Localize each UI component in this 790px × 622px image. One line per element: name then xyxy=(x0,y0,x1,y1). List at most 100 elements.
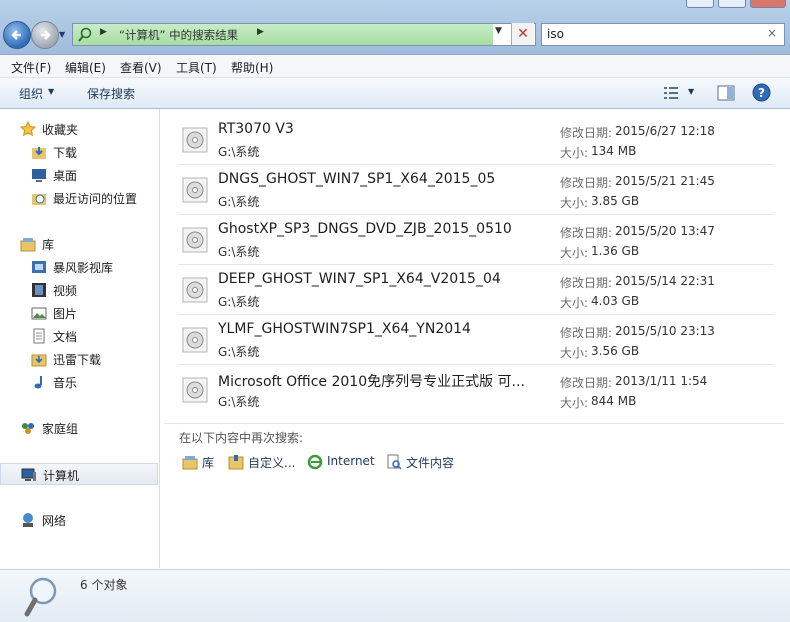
save-search-button[interactable]: 保存搜索 xyxy=(87,85,135,102)
result-item[interactable]: RT3070 V3 G:\系统 修改日期: 2015/6/27 12:18 大小… xyxy=(178,115,774,165)
disc-image-icon xyxy=(182,227,208,253)
disc-image-icon xyxy=(182,177,208,203)
view-dropdown-icon[interactable]: ▼ xyxy=(688,87,694,96)
disc-image-icon xyxy=(182,127,208,153)
nav-label: 文档 xyxy=(53,330,78,344)
size-label: 大小: xyxy=(560,246,589,260)
result-size: 3.56 GB xyxy=(591,344,640,358)
disc-image-icon xyxy=(182,277,208,303)
library-icon xyxy=(182,456,198,470)
nav-pictures[interactable]: 图片 xyxy=(0,302,158,324)
result-item[interactable]: YLMF_GHOSTWIN7SP1_X64_YN2014 G:\系统 修改日期:… xyxy=(178,315,774,365)
svg-text:?: ? xyxy=(758,86,765,100)
recent-places-icon xyxy=(32,194,46,205)
address-dropdown-icon[interactable]: ▼ xyxy=(495,26,502,36)
size-label: 大小: xyxy=(560,396,589,410)
nav-downloads[interactable]: 下载 xyxy=(0,141,158,163)
breadcrumb-chevron-icon[interactable]: ▶ xyxy=(100,27,107,37)
address-bar[interactable]: ▶ “计算机” 中的搜索结果 ▶ ▼ ✕ xyxy=(72,23,536,46)
internet-explorer-icon xyxy=(307,454,323,470)
nav-label: 桌面 xyxy=(53,169,78,183)
nav-homegroup[interactable]: 家庭组 xyxy=(0,417,158,439)
organize-button[interactable]: 组织 xyxy=(19,85,43,102)
disc-image-icon xyxy=(182,377,208,403)
result-date: 2015/5/21 21:45 xyxy=(615,174,715,188)
result-item[interactable]: DEEP_GHOST_WIN7_SP1_X64_V2015_04 G:\系统 修… xyxy=(178,265,774,315)
result-size: 4.03 GB xyxy=(591,294,640,308)
menu-tools[interactable]: 工具(T) xyxy=(176,59,217,76)
menu-view[interactable]: 查看(V) xyxy=(120,59,162,76)
view-options-icon[interactable] xyxy=(663,85,679,101)
nav-label: 视频 xyxy=(53,284,78,298)
menu-bar: 文件(F) 编辑(E) 查看(V) 工具(T) 帮助(H) xyxy=(0,55,790,78)
result-name: DNGS_GHOST_WIN7_SP1_X64_2015_05 xyxy=(218,171,496,187)
menu-help[interactable]: 帮助(H) xyxy=(231,59,273,76)
result-path: G:\系统 xyxy=(218,295,260,309)
result-path: G:\系统 xyxy=(218,395,260,409)
preview-pane-icon[interactable] xyxy=(717,85,735,101)
result-path: G:\系统 xyxy=(218,245,260,259)
result-item[interactable]: GhostXP_SP3_DNGS_DVD_ZJB_2015_0510 G:\系统… xyxy=(178,215,774,265)
homegroup-icon xyxy=(22,423,34,434)
modified-label: 修改日期: xyxy=(560,326,613,340)
nav-favorites[interactable]: 收藏夹 xyxy=(0,118,158,140)
music-note-icon xyxy=(34,376,42,389)
option-label: Internet xyxy=(327,454,375,468)
search-input[interactable]: iso × xyxy=(541,23,785,46)
downloads-folder-icon xyxy=(32,147,46,159)
navigation-pane: 收藏夹 下载 桌面 最近访问的位置 库 暴风影视库 视频 图片 文档 迅雷下载 … xyxy=(0,109,160,568)
recent-pages-dropdown[interactable]: ▼ xyxy=(59,30,67,39)
result-size: 1.36 GB xyxy=(591,244,640,258)
stop-button[interactable]: ✕ xyxy=(511,23,534,45)
result-path: G:\系统 xyxy=(218,345,260,359)
modified-label: 修改日期: xyxy=(560,226,613,240)
nav-network[interactable]: 网络 xyxy=(0,509,158,531)
modified-label: 修改日期: xyxy=(560,126,613,140)
result-name: GhostXP_SP3_DNGS_DVD_ZJB_2015_0510 xyxy=(218,221,512,237)
nav-label: 暴风影视库 xyxy=(53,261,114,275)
nav-recent-places[interactable]: 最近访问的位置 xyxy=(0,187,158,209)
document-icon xyxy=(33,328,45,344)
nav-videos[interactable]: 视频 xyxy=(0,279,158,301)
result-size: 134 MB xyxy=(591,144,637,158)
nav-libraries[interactable]: 库 xyxy=(0,233,158,255)
help-icon[interactable]: ? xyxy=(752,83,771,102)
nav-baofeng-library[interactable]: 暴风影视库 xyxy=(0,256,158,278)
modified-label: 修改日期: xyxy=(560,176,613,190)
nav-documents[interactable]: 文档 xyxy=(0,325,158,347)
menu-edit[interactable]: 编辑(E) xyxy=(65,59,106,76)
option-label: 库 xyxy=(202,456,215,470)
download-library-icon xyxy=(31,354,47,367)
nav-label: 图片 xyxy=(53,307,78,321)
maximize-button[interactable] xyxy=(718,0,746,8)
nav-thunder-downloads[interactable]: 迅雷下载 xyxy=(0,348,158,370)
result-item[interactable]: Microsoft Office 2010免序列号专业正式版 可... G:\系… xyxy=(178,365,774,415)
forward-button[interactable] xyxy=(31,21,59,49)
size-label: 大小: xyxy=(560,346,589,360)
arrow-left-icon xyxy=(11,30,21,40)
back-button[interactable] xyxy=(3,21,31,49)
nav-computer[interactable]: 计算机 xyxy=(0,463,158,485)
search-value: iso xyxy=(547,27,564,41)
result-size: 844 MB xyxy=(591,394,637,408)
network-icon xyxy=(23,513,33,527)
breadcrumb[interactable]: “计算机” 中的搜索结果 xyxy=(119,27,238,43)
result-item[interactable]: DNGS_GHOST_WIN7_SP1_X64_2015_05 G:\系统 修改… xyxy=(178,165,774,215)
result-date: 2015/5/20 13:47 xyxy=(615,224,715,238)
clear-search-icon[interactable]: × xyxy=(767,26,777,40)
nav-desktop[interactable]: 桌面 xyxy=(0,164,158,186)
minimize-button[interactable] xyxy=(686,0,714,8)
nav-label: 迅雷下载 xyxy=(53,353,102,367)
menu-file[interactable]: 文件(F) xyxy=(11,59,51,76)
title-bar: ▼ ▶ “计算机” 中的搜索结果 ▶ ▼ ✕ iso × xyxy=(0,0,790,55)
result-name: Microsoft Office 2010免序列号专业正式版 可... xyxy=(218,374,525,390)
size-label: 大小: xyxy=(560,196,589,210)
result-path: G:\系统 xyxy=(218,145,260,159)
picture-icon xyxy=(31,307,47,320)
film-icon xyxy=(32,283,46,297)
nav-music[interactable]: 音乐 xyxy=(0,371,158,393)
nav-label: 家庭组 xyxy=(42,422,79,436)
disc-image-icon xyxy=(182,327,208,353)
breadcrumb-chevron-icon[interactable]: ▶ xyxy=(257,27,264,37)
close-window-button[interactable] xyxy=(750,0,786,8)
